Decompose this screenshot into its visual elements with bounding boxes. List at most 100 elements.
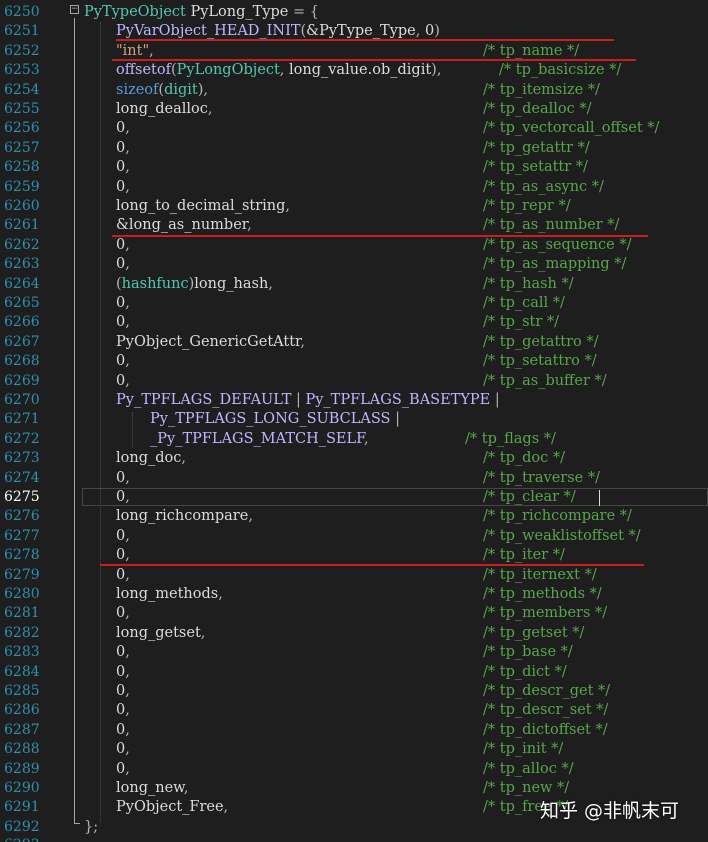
comment: /* tp_as_sequence */: [483, 236, 632, 253]
code-text: 0,: [116, 760, 130, 777]
code-text: 0,: [116, 469, 130, 486]
annotation-underline: [112, 59, 636, 61]
comment: /* tp_iter */: [483, 547, 565, 564]
line-number: 6284: [4, 663, 40, 680]
code-line[interactable]: 6268 0, /* tp_setattro */: [0, 352, 708, 371]
line-number: 6256: [4, 120, 40, 137]
comment: /* tp_base */: [483, 644, 573, 661]
line-number: 6286: [4, 702, 40, 719]
code-line[interactable]: 6277 0, /* tp_weaklistoffset */: [0, 527, 708, 546]
code-line[interactable]: 6259 0, /* tp_as_async */: [0, 178, 708, 197]
code-line[interactable]: 6263 0, /* tp_as_mapping */: [0, 255, 708, 274]
code-line[interactable]: 6285 0, /* tp_descr_get */: [0, 682, 708, 701]
code-line[interactable]: 6250 PyTypeObject PyLong_Type = {: [0, 3, 708, 22]
comment: /* tp_iternext */: [483, 566, 597, 583]
comment: /* tp_repr */: [483, 198, 571, 214]
code-line[interactable]: 6276 long_richcompare, /* tp_richcompare *…: [0, 507, 708, 526]
line-number: 6254: [4, 81, 40, 98]
code-line[interactable]: 6272 _Py_TPFLAGS_MATCH_SELF, /* tp_flags *…: [0, 430, 708, 449]
code-text: 0,: [116, 139, 130, 156]
code-text: 0,: [116, 702, 130, 719]
line-number: 6258: [4, 159, 40, 176]
line-number: 6264: [4, 275, 40, 292]
code-line[interactable]: 6265 0, /* tp_call */: [0, 294, 708, 313]
code-line[interactable]: 6281 0, /* tp_members */: [0, 604, 708, 623]
code-line[interactable]: 6286 0, /* tp_descr_set */: [0, 701, 708, 720]
comment: /* tp_getset */: [483, 624, 585, 641]
line-number: 6250: [4, 4, 40, 20]
line-number: 6255: [4, 101, 40, 117]
code-text: &long_as_number,: [116, 217, 252, 234]
code-text: long_doc,: [116, 450, 186, 467]
line-number: 6259: [4, 178, 40, 195]
code-text: 0,: [116, 256, 130, 273]
comment: /* tp_dealloc */: [483, 101, 592, 117]
code-line[interactable]: 6261 &long_as_number, /* tp_as_number */: [0, 216, 708, 235]
code-line[interactable]: 6267 PyObject_GenericGetAttr, /* tp_getatt…: [0, 333, 708, 352]
line-number: 6285: [4, 683, 40, 699]
code-line[interactable]: 6254 sizeof(digit), /* tp_itemsize */: [0, 81, 708, 100]
comment: /* tp_str */: [483, 314, 560, 331]
comment: /* tp_traverse */: [483, 469, 600, 486]
line-number: 6288: [4, 741, 40, 758]
code-line[interactable]: 6255 long_dealloc, /* tp_dealloc */: [0, 100, 708, 119]
code-line[interactable]: 6260 long_to_decimal_string, /* tp_repr */: [0, 197, 708, 216]
code-line[interactable]: 6270 Py_TPFLAGS_DEFAULT | Py_TPFLAGS_BASE…: [0, 391, 708, 410]
comment: /* tp_call */: [483, 295, 565, 311]
code-text: 0,: [116, 741, 130, 758]
code-text: 0,: [116, 236, 130, 253]
line-number: 6265: [4, 295, 40, 311]
code-text: (hashfunc)long_hash,: [116, 275, 273, 292]
line-number: 6287: [4, 721, 40, 738]
code-line[interactable]: 6256 0, /* tp_vectorcall_offset */: [0, 119, 708, 138]
code-line[interactable]: 6284 0, /* tp_dict */: [0, 663, 708, 682]
code-text: long_dealloc,: [116, 101, 213, 117]
code-line[interactable]: 6288 0, /* tp_init */: [0, 740, 708, 759]
code-line[interactable]: 6266 0, /* tp_str */: [0, 313, 708, 332]
comment: /* tp_vectorcall_offset */: [483, 120, 660, 137]
annotation-underline: [116, 39, 614, 41]
line-number: 6260: [4, 198, 40, 214]
code-line[interactable]: 6258 0, /* tp_setattr */: [0, 158, 708, 177]
annotation-underline: [112, 235, 648, 237]
code-text: 0,: [116, 178, 130, 195]
code-line[interactable]: 6269 0, /* tp_as_buffer */: [0, 372, 708, 391]
code-line[interactable]: 6271 Py_TPFLAGS_LONG_SUBCLASS |: [0, 410, 708, 429]
line-number: 6262: [4, 236, 40, 253]
code-text: long_richcompare,: [116, 508, 253, 525]
code-line[interactable]: 6289 0, /* tp_alloc */: [0, 760, 708, 779]
code-text: _Py_TPFLAGS_MATCH_SELF,: [150, 430, 369, 447]
code-line[interactable]: 6262 0, /* tp_as_sequence */: [0, 236, 708, 255]
comment: /* tp_itemsize */: [483, 81, 600, 98]
code-line[interactable]: 6275 0, /* tp_clear */: [0, 488, 708, 507]
line-number: 6278: [4, 547, 40, 564]
code-line[interactable]: 6257 0, /* tp_getattr */: [0, 139, 708, 158]
line-number: 6290: [4, 780, 40, 796]
code-line[interactable]: 6264 (hashfunc)long_hash, /* tp_hash */: [0, 275, 708, 294]
code-line[interactable]: 6280 long_methods, /* tp_methods */: [0, 585, 708, 604]
line-number: 6261: [4, 217, 40, 234]
line-number: 6291: [4, 799, 40, 816]
comment: /* tp_flags */: [465, 430, 556, 447]
comment: /* tp_setattro */: [483, 353, 597, 370]
line-number: 6274: [4, 469, 40, 486]
code-line[interactable]: 6282 long_getset, /* tp_getset */: [0, 624, 708, 643]
code-line[interactable]: 6279 0, /* tp_iternext */: [0, 566, 708, 585]
code-line[interactable]: 6253 offsetof(PyLongObject, long_value.ob…: [0, 61, 708, 80]
comment: /* tp_descr_set */: [483, 702, 609, 719]
code-text: long_getset,: [116, 624, 206, 641]
code-line[interactable]: 6283 0, /* tp_base */: [0, 643, 708, 662]
code-editor[interactable]: − 6250 PyTypeObject PyLong_Type = {6251 Py…: [0, 0, 708, 842]
line-number: 6272: [4, 430, 40, 447]
code-line[interactable]: 6287 0, /* tp_dictoffset */: [0, 721, 708, 740]
comment: /* tp_init */: [483, 741, 564, 758]
text-caret: [599, 490, 600, 506]
code-line[interactable]: 6278 0, /* tp_iter */: [0, 546, 708, 565]
line-number: 6268: [4, 353, 40, 370]
comment: /* tp_basicsize */: [499, 62, 622, 79]
code-text: Py_TPFLAGS_DEFAULT | Py_TPFLAGS_BASETYPE…: [116, 392, 500, 408]
line-number: 6267: [4, 333, 40, 350]
comment: /* tp_as_mapping */: [483, 256, 627, 273]
code-line[interactable]: 6273 long_doc, /* tp_doc */: [0, 449, 708, 468]
code-line[interactable]: 6274 0, /* tp_traverse */: [0, 469, 708, 488]
